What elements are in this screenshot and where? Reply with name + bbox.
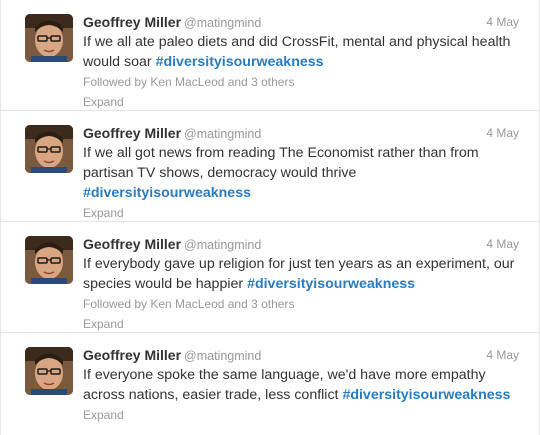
avatar[interactable] [25, 14, 73, 62]
author-handle[interactable]: @matingmind [184, 127, 261, 141]
tweet-stream: Geoffrey Miller @matingmind 4 May If we a… [0, 0, 540, 435]
author-name[interactable]: Geoffrey Miller [83, 347, 181, 363]
hashtag-link[interactable]: #diversityisourweakness [83, 185, 251, 201]
expand-link[interactable]: Expand [83, 92, 519, 112]
tweet-date[interactable]: 4 May [486, 234, 519, 254]
tweet[interactable]: Geoffrey Miller @matingmind 4 May If ever… [1, 333, 539, 435]
avatar-image [25, 14, 73, 62]
expand-link[interactable]: Expand [83, 405, 519, 425]
avatar-image [25, 236, 73, 284]
expand-link[interactable]: Expand [83, 203, 519, 223]
author-handle[interactable]: @matingmind [184, 238, 261, 252]
tweet-date[interactable]: 4 May [486, 123, 519, 143]
hashtag-link[interactable]: #diversityisourweakness [156, 54, 324, 70]
followed-by: Followed by Ken MacLeod and 3 others [83, 75, 295, 89]
hashtag-link[interactable]: #diversityisourweakness [247, 276, 415, 292]
expand-link[interactable]: Expand [83, 314, 519, 334]
tweet-body: If we all got news from reading The Econ… [83, 145, 479, 181]
followed-by: Followed by Ken MacLeod and 3 others [83, 297, 295, 311]
author-name[interactable]: Geoffrey Miller [83, 236, 181, 252]
tweet[interactable]: Geoffrey Miller @matingmind 4 May If we a… [1, 0, 539, 111]
avatar[interactable] [25, 236, 73, 284]
tweet-text: If everybody gave up religion for just t… [83, 254, 523, 294]
tweet-text: If we all got news from reading The Econ… [83, 143, 523, 203]
tweet[interactable]: Geoffrey Miller @matingmind 4 May If we a… [1, 111, 539, 222]
avatar[interactable] [25, 347, 73, 395]
tweet-text: If everyone spoke the same language, we'… [83, 365, 523, 405]
tweet-text: If we all ate paleo diets and did CrossF… [83, 32, 523, 72]
author-name[interactable]: Geoffrey Miller [83, 14, 181, 30]
author-name[interactable]: Geoffrey Miller [83, 125, 181, 141]
hashtag-link[interactable]: #diversityisourweakness [342, 387, 510, 403]
tweet-date[interactable]: 4 May [486, 345, 519, 365]
avatar-image [25, 347, 73, 395]
tweet[interactable]: Geoffrey Miller @matingmind 4 May If ever… [1, 222, 539, 333]
tweet-date[interactable]: 4 May [486, 12, 519, 32]
author-handle[interactable]: @matingmind [184, 16, 261, 30]
avatar[interactable] [25, 125, 73, 173]
author-handle[interactable]: @matingmind [184, 349, 261, 363]
avatar-image [25, 125, 73, 173]
